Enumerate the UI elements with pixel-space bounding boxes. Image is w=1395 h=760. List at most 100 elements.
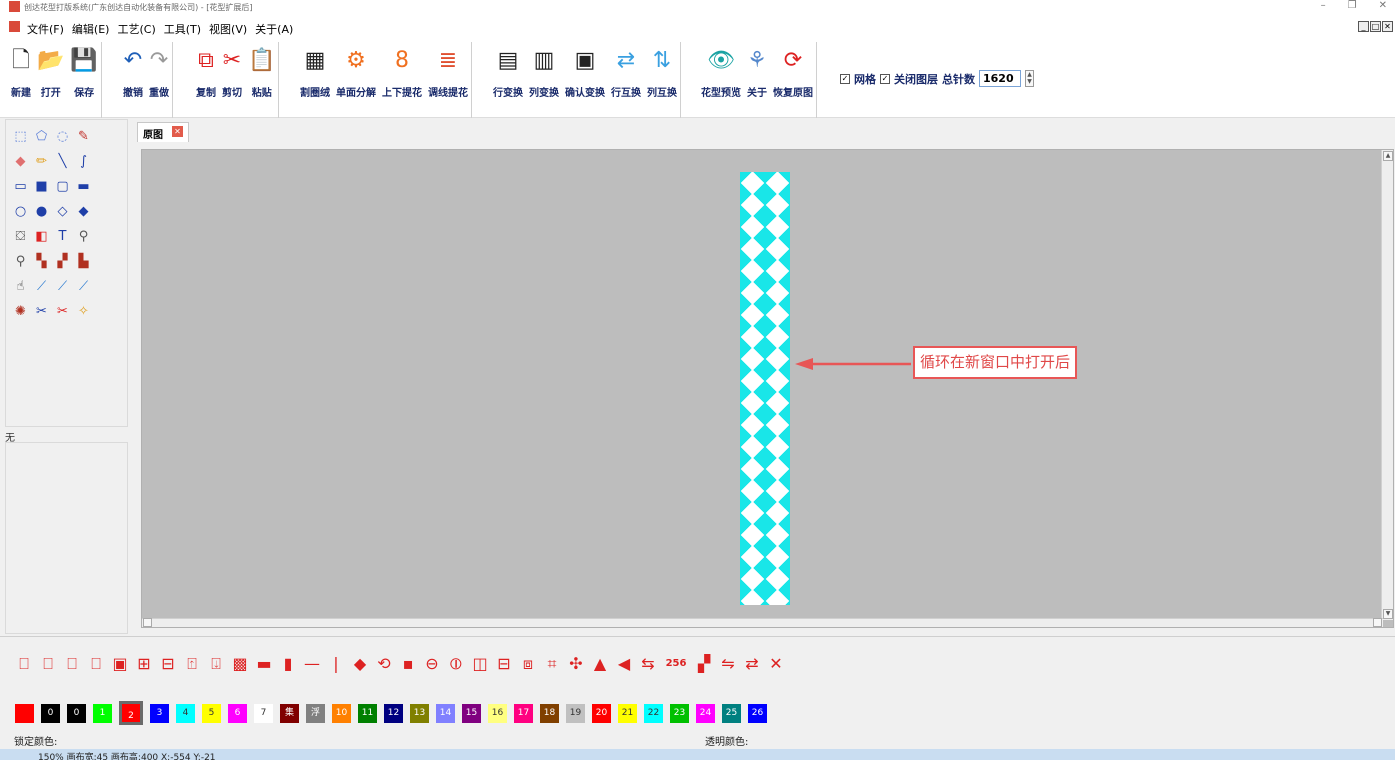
new-file-button[interactable]: 🗋 新建: [8, 42, 34, 118]
cut-pile-button[interactable]: ▦ 割圈绒: [297, 42, 333, 118]
mirror-icon[interactable]: ▲: [591, 653, 609, 675]
tab-original-image[interactable]: 原图 ✕: [137, 122, 189, 142]
flip-vertical-icon[interactable]: ⊖: [423, 653, 441, 675]
redo-button[interactable]: ↷ 重做: [146, 42, 172, 118]
block-icon[interactable]: ▪: [399, 653, 417, 675]
color-swatch-16[interactable]: 14: [436, 703, 455, 723]
line-icon[interactable]: ╲: [54, 153, 71, 171]
menu-item-2[interactable]: 工艺(C): [117, 21, 155, 37]
color-swatch-12[interactable]: 10: [332, 703, 351, 723]
color-swatch-4[interactable]: 2: [119, 701, 143, 725]
palette-icon[interactable]: ▞: [695, 653, 713, 675]
fill-bucket-icon[interactable]: ⛋: [12, 228, 29, 246]
eye-button[interactable]: 👁 花型预览: [698, 42, 744, 118]
diamond-icon[interactable]: ◇: [54, 203, 71, 221]
color-swatch-7[interactable]: 5: [202, 703, 221, 723]
gear-button[interactable]: ⚙ 单面分解: [333, 42, 379, 118]
menu-item-0[interactable]: 文件(F): [27, 21, 64, 37]
zoom-out-icon[interactable]: ⚲: [12, 253, 29, 271]
copy-button[interactable]: ⧉ 复制: [193, 42, 219, 118]
color-swatch-11[interactable]: 浮: [306, 703, 325, 723]
rotate-icon[interactable]: ⟲: [375, 653, 393, 675]
insert-column-icon[interactable]: ⊞: [135, 653, 153, 675]
column-transform-button[interactable]: ▥ 列变换: [526, 42, 562, 118]
delete-column-icon[interactable]: ⊟: [159, 653, 177, 675]
pencil-icon[interactable]: ✏: [33, 153, 50, 171]
vertical-bar-icon[interactable]: ▮: [279, 653, 297, 675]
color-swatch-18[interactable]: 16: [488, 703, 507, 723]
crop-icon[interactable]: ⌗: [543, 653, 561, 675]
eyedropper-icon[interactable]: ✎: [75, 128, 92, 146]
color-swatch-8[interactable]: 6: [228, 703, 247, 723]
zoom-in-icon[interactable]: ⚲: [75, 228, 92, 246]
scroll-up-icon[interactable]: ▲: [1383, 151, 1393, 161]
pattern-stamp-icon[interactable]: ▚: [33, 253, 50, 271]
restore-button[interactable]: ⟳ 恢复原图: [770, 42, 816, 118]
mdi-close-button[interactable]: ✕: [1382, 21, 1393, 32]
mdi-restore-button[interactable]: □: [1370, 21, 1381, 32]
delete-row-icon[interactable]: ⍗: [207, 653, 225, 675]
scissors-icon[interactable]: ✂: [33, 303, 50, 321]
color-swatch-19[interactable]: 17: [514, 703, 533, 723]
text-icon[interactable]: T: [54, 228, 71, 246]
horizontal-line-icon[interactable]: —: [303, 653, 321, 675]
save-button[interactable]: 💾 保存: [67, 42, 100, 118]
measure-point-icon[interactable]: ⟋: [54, 278, 71, 296]
rounded-rect-icon[interactable]: ▢: [54, 178, 71, 196]
scissors-multi-icon[interactable]: ✂: [54, 303, 71, 321]
rect-select-icon[interactable]: ⬚: [12, 128, 29, 146]
delete-icon[interactable]: ✕: [767, 653, 785, 675]
jacquard-thread-button[interactable]: ≣ 调线提花: [425, 42, 471, 118]
scroll-down-icon[interactable]: ▼: [1383, 609, 1393, 619]
color-swatch-0[interactable]: [15, 703, 34, 723]
colors-256-icon[interactable]: 256: [663, 653, 689, 675]
total-stitches-input[interactable]: 1620: [979, 70, 1021, 87]
measure-angle-icon[interactable]: ⟋: [75, 278, 92, 296]
ellipse-icon[interactable]: ○: [12, 203, 29, 221]
color-swatch-2[interactable]: 0: [67, 703, 86, 723]
color-swatch-26[interactable]: 24: [696, 703, 715, 723]
center-icon[interactable]: ⧈: [519, 653, 537, 675]
horizontal-bar-icon[interactable]: ▬: [255, 653, 273, 675]
color-swatch-21[interactable]: 19: [566, 703, 585, 723]
color-swatch-13[interactable]: 11: [358, 703, 377, 723]
lasso-icon[interactable]: ◌: [54, 128, 71, 146]
total-stitches-spinner[interactable]: ▲ ▼: [1025, 70, 1034, 87]
frame-both-icon[interactable]: ⎕: [39, 653, 57, 675]
split-vertical-icon[interactable]: ◫: [471, 653, 489, 675]
frame-top-icon[interactable]: ⎕: [63, 653, 81, 675]
open-folder-button[interactable]: 📂 打开: [34, 42, 67, 118]
color-swatch-9[interactable]: 7: [254, 703, 273, 723]
filled-rectangle-icon[interactable]: ■: [33, 178, 50, 196]
jacquard-updown-button[interactable]: 8 上下提花: [379, 42, 425, 118]
split-horizontal-icon[interactable]: ⊟: [495, 653, 513, 675]
eraser-icon[interactable]: ◆: [12, 153, 29, 171]
color-swatch-15[interactable]: 13: [410, 703, 429, 723]
color-swatch-28[interactable]: 26: [748, 703, 767, 723]
measure-icon[interactable]: ⟋: [33, 278, 50, 296]
minimize-button[interactable]: –: [1321, 0, 1326, 11]
pattern-repeat-icon[interactable]: ▞: [54, 253, 71, 271]
color-swatch-20[interactable]: 18: [540, 703, 559, 723]
menu-item-3[interactable]: 工具(T): [164, 21, 201, 37]
shift-icon[interactable]: ⇆: [639, 653, 657, 675]
about-button[interactable]: ⚘ 关于: [744, 42, 770, 118]
move-icon[interactable]: ✣: [567, 653, 585, 675]
transfer-icon[interactable]: ⇄: [743, 653, 761, 675]
color-swatch-25[interactable]: 23: [670, 703, 689, 723]
checker-icon[interactable]: ▩: [231, 653, 249, 675]
color-replace-icon[interactable]: ◧: [33, 228, 50, 246]
color-swatch-6[interactable]: 4: [176, 703, 195, 723]
pattern-mirror-icon[interactable]: ▙: [75, 253, 92, 271]
color-swatch-23[interactable]: 21: [618, 703, 637, 723]
menu-item-4[interactable]: 视图(V): [209, 21, 247, 37]
filled-ellipse-icon[interactable]: ●: [33, 203, 50, 221]
color-swatch-14[interactable]: 12: [384, 703, 403, 723]
undo-button[interactable]: ↶ 撤销: [120, 42, 146, 118]
color-swatch-1[interactable]: 0: [41, 703, 60, 723]
curve-icon[interactable]: ∫: [75, 153, 92, 171]
tab-close-icon[interactable]: ✕: [172, 126, 183, 137]
color-swatch-10[interactable]: 集: [280, 703, 299, 723]
vertical-scrollbar[interactable]: ▲ ▼: [1381, 150, 1393, 620]
close-layer-checkbox[interactable]: ✓: [880, 73, 890, 84]
